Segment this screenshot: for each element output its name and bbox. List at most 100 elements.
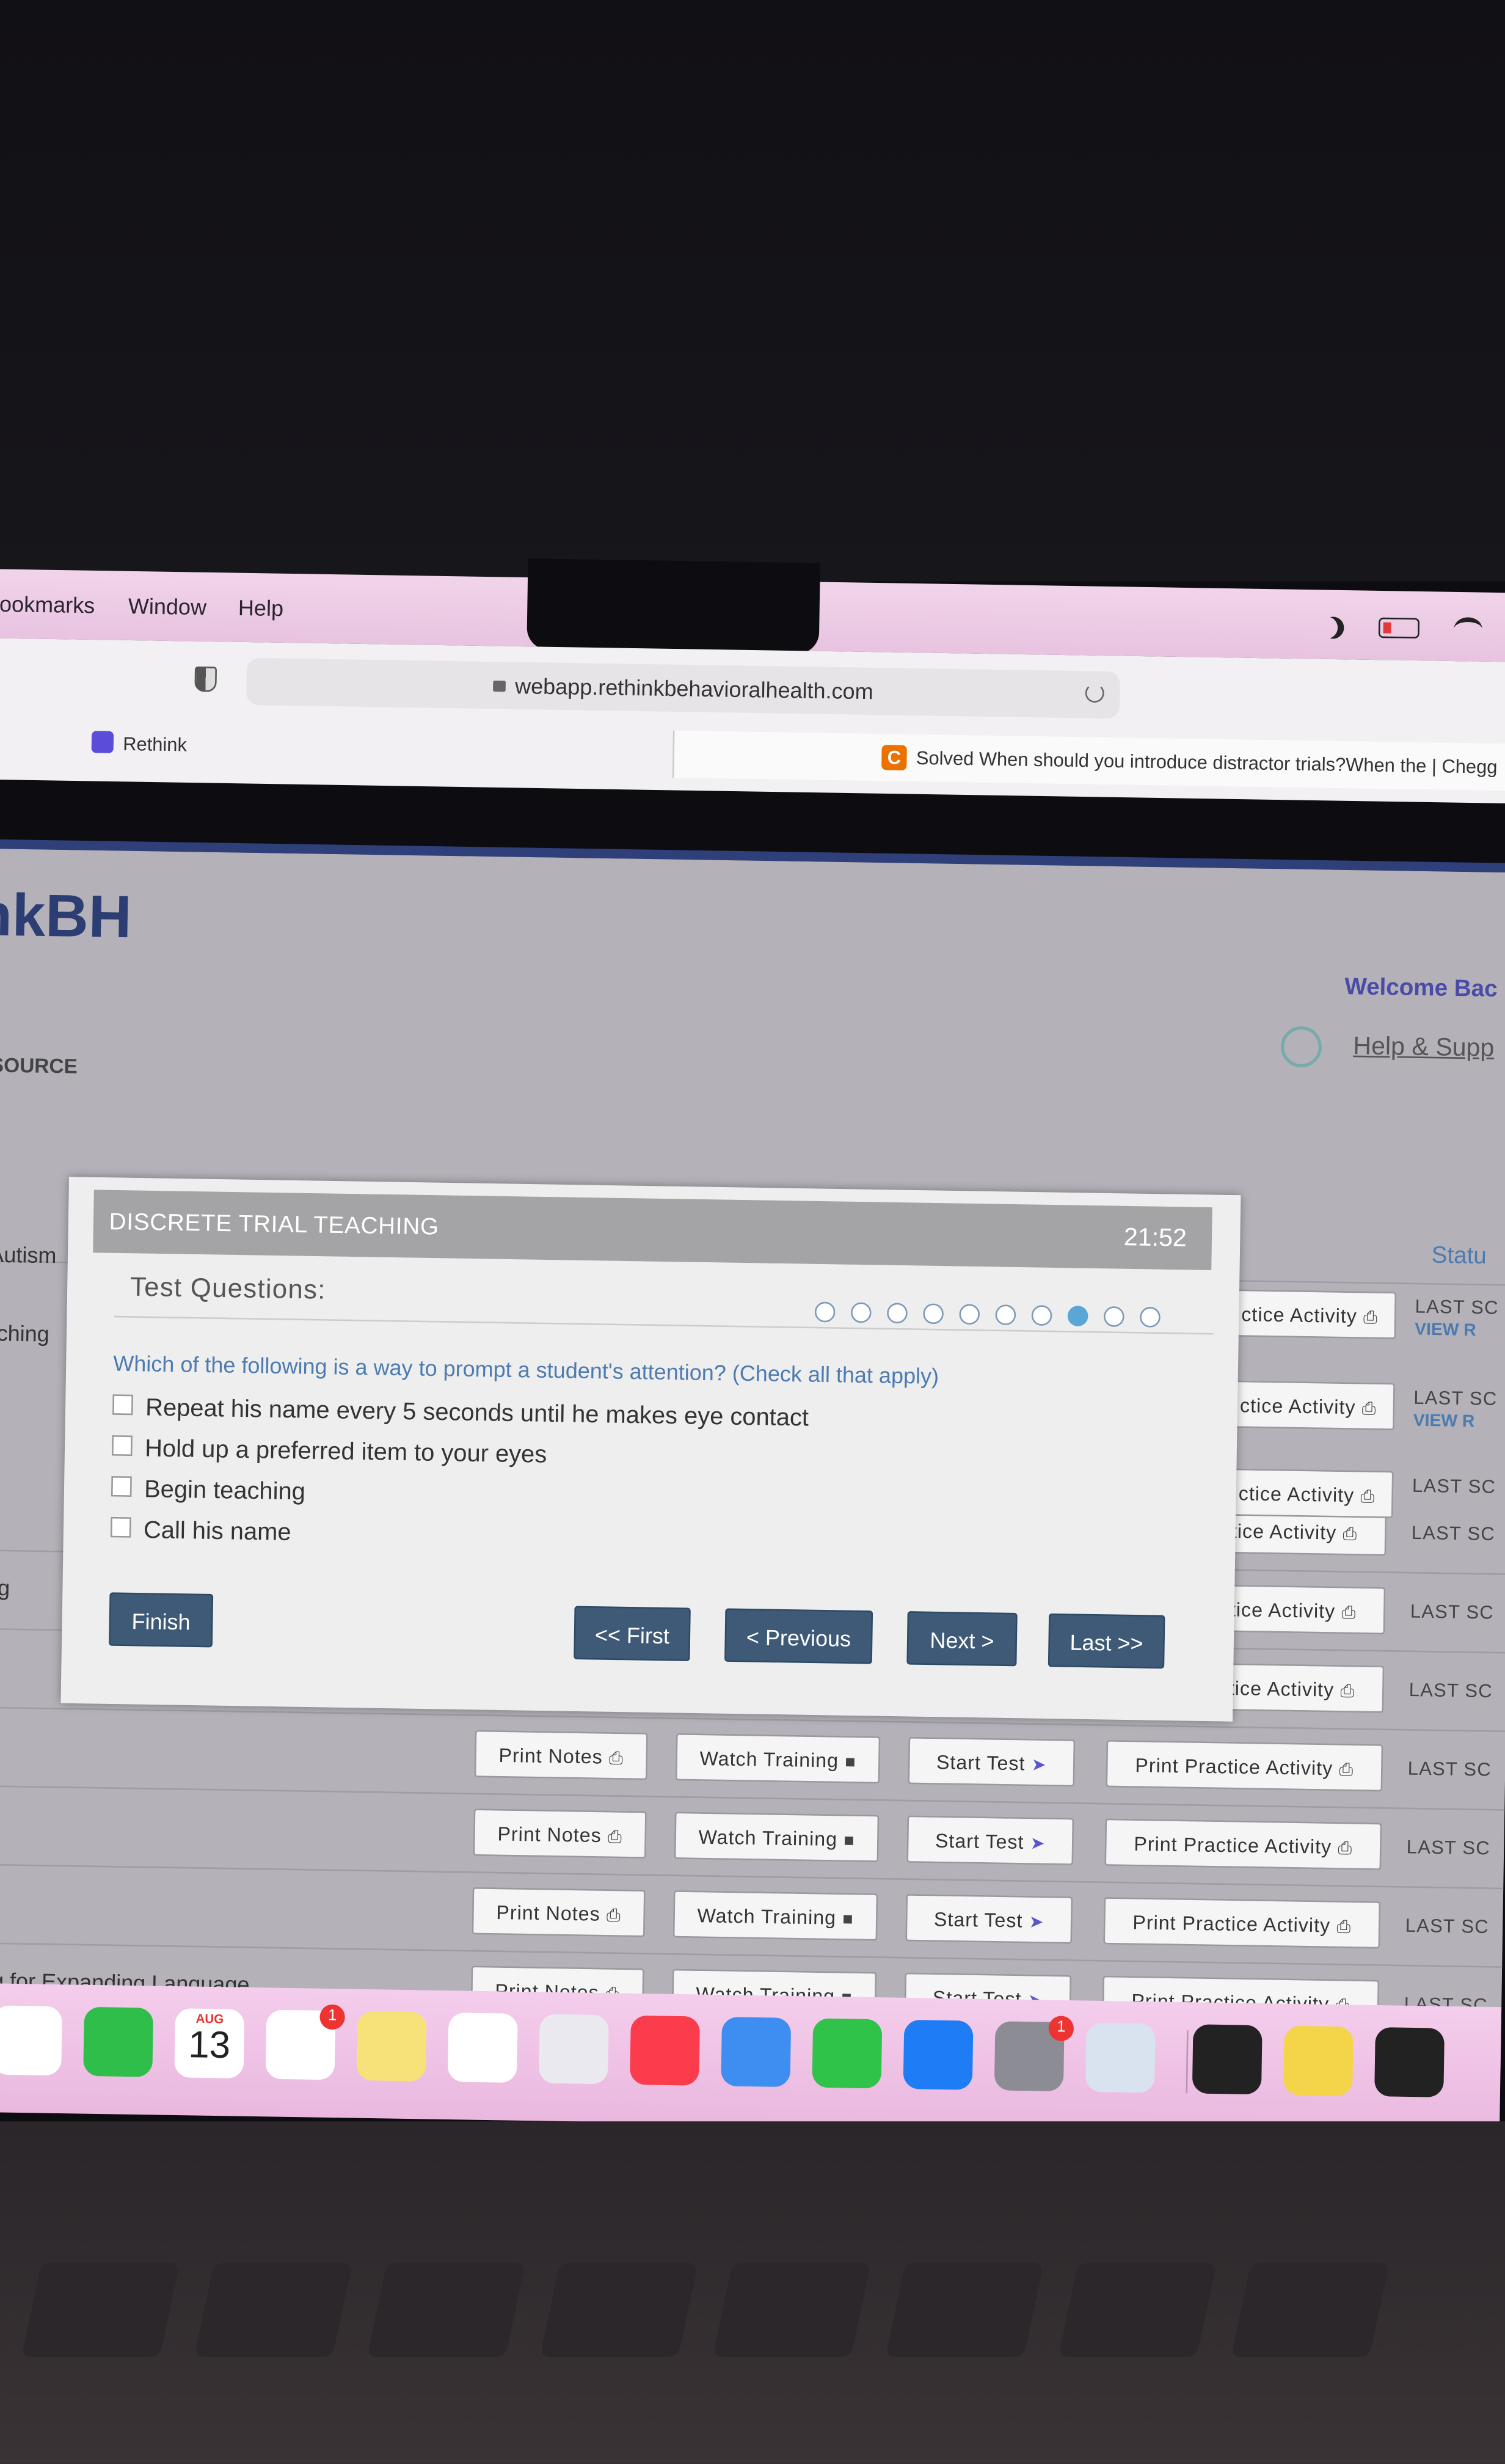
view-results-link[interactable]: VIEW R	[1415, 1320, 1476, 1340]
url-text: webapp.rethinkbehavioralhealth.com	[514, 673, 873, 704]
previous-button[interactable]: < Previous	[724, 1608, 873, 1664]
calendar-icon[interactable]: AUG 13	[174, 2008, 245, 2079]
answer-checkbox[interactable]	[112, 1394, 133, 1416]
watch-training-button-label: Watch Training	[697, 1904, 837, 1929]
menu-window[interactable]: Window	[128, 593, 207, 620]
reload-icon[interactable]	[1085, 683, 1104, 703]
last-score-label: LAST SC	[1406, 1835, 1491, 1860]
watch-training-button[interactable]: Watch Training ■	[675, 1733, 881, 1784]
welcome-text: Welcome Bac	[1344, 973, 1498, 1003]
music-icon[interactable]	[630, 2015, 701, 2086]
last-score-label: LAST SC	[1410, 1600, 1495, 1624]
keynote-icon[interactable]	[721, 2017, 792, 2088]
answer-label[interactable]: Repeat his name every 5 seconds until he…	[145, 1395, 809, 1432]
test-timer: 21:52	[1123, 1224, 1187, 1253]
watch-training-button[interactable]: Watch Training ■	[674, 1811, 880, 1862]
answer-option[interactable]: Repeat his name every 5 seconds until he…	[112, 1394, 809, 1433]
question-dot-9[interactable]	[1103, 1306, 1124, 1327]
answer-label[interactable]: Hold up a preferred item to your eyes	[145, 1436, 547, 1469]
start-test-button[interactable]: Start Test ➤	[906, 1815, 1074, 1865]
privacy-shield-icon[interactable]	[194, 666, 217, 692]
printer-icon: ⎙	[607, 1828, 622, 1848]
question-dot-5[interactable]	[959, 1304, 980, 1325]
print-practice-activity-button-label: Print Practice Activity	[1134, 1833, 1332, 1859]
question-dot-8[interactable]	[1067, 1306, 1088, 1327]
send-icon: ➤	[1029, 1913, 1044, 1932]
facetime-icon[interactable]	[83, 2006, 154, 2077]
printer-icon: ⎙	[1338, 1839, 1353, 1859]
status-header: Statu	[1431, 1242, 1487, 1270]
wifi-icon[interactable]	[1454, 617, 1483, 642]
stickies-icon[interactable]	[1283, 2025, 1354, 2096]
view-results-link[interactable]: VIEW R	[1413, 1412, 1475, 1431]
photos-icon[interactable]	[0, 2005, 62, 2076]
print-practice-activity-button[interactable]: Print Practice Activity ⎙	[1104, 1818, 1382, 1870]
next-button[interactable]: Next >	[906, 1611, 1018, 1667]
answer-checkbox[interactable]	[110, 1516, 131, 1538]
printer-icon: ⎙	[1361, 1400, 1377, 1419]
answer-label[interactable]: Begin teaching	[144, 1477, 305, 1506]
answer-checkbox[interactable]	[111, 1435, 133, 1457]
focus-moon-icon[interactable]	[1322, 616, 1344, 638]
print-notes-button[interactable]: Print Notes⎙	[473, 1808, 647, 1859]
printer-icon: ⎙	[1340, 1682, 1355, 1702]
menu-bookmarks[interactable]: ookmarks	[0, 591, 95, 618]
answer-option[interactable]: Begin teaching	[111, 1475, 305, 1507]
menu-help[interactable]: Help	[238, 595, 284, 621]
module-label-teaching: eaching	[0, 1320, 50, 1347]
answer-label[interactable]: Call his name	[144, 1518, 291, 1547]
print-practice-activity-button[interactable]: ctice Activity ⎙	[1221, 1380, 1395, 1430]
printer-icon: ⎙	[606, 1906, 621, 1926]
last-score-label: LAST SC	[1411, 1521, 1496, 1545]
print-notes-button[interactable]: Print Notes⎙	[474, 1730, 648, 1780]
preview-icon[interactable]	[1085, 2022, 1156, 2093]
help-support-link[interactable]: Help & Supp	[1353, 1034, 1495, 1064]
question-dot-10[interactable]	[1140, 1306, 1161, 1328]
module-label-hing: hing	[0, 1574, 10, 1601]
garageband-icon[interactable]	[1374, 2027, 1445, 2097]
start-test-button[interactable]: Start Test ➤	[905, 1894, 1073, 1944]
first-button[interactable]: << First	[574, 1606, 691, 1661]
question-dot-6[interactable]	[995, 1304, 1016, 1326]
print-practice-activity-button[interactable]: Print Practice Activity ⎙	[1106, 1740, 1383, 1792]
question-dot-1[interactable]	[814, 1301, 836, 1323]
answer-option[interactable]: Hold up a preferred item to your eyes	[111, 1435, 547, 1470]
launchpad-icon[interactable]	[538, 2014, 609, 2085]
last-button[interactable]: Last >>	[1048, 1613, 1165, 1669]
numbers-icon[interactable]	[812, 2018, 883, 2089]
address-bar[interactable]: webapp.rethinkbehavioralhealth.com	[246, 657, 1120, 719]
tab-chegg-label: Solved When should you introduce distrac…	[916, 747, 1498, 778]
question-dot-3[interactable]	[886, 1303, 908, 1324]
question-dot-4[interactable]	[923, 1303, 944, 1325]
quicktime-icon[interactable]	[1192, 2024, 1263, 2095]
printer-icon: ⎙	[608, 1749, 624, 1769]
print-practice-activity-button-label: Print Practice Activity	[1135, 1754, 1333, 1780]
print-practice-activity-button[interactable]: ctice Activity ⎙	[1223, 1289, 1397, 1339]
start-test-button-label: Start Test	[935, 1830, 1024, 1854]
print-practice-activity-button-label: ctice Activity	[1241, 1303, 1358, 1328]
print-practice-activity-button[interactable]: Print Practice Activity ⎙	[1103, 1897, 1381, 1949]
tab-chegg[interactable]: C Solved When should you introduce distra…	[672, 730, 1505, 791]
notes-icon[interactable]	[356, 2011, 427, 2082]
laptop-screen: ookmarks Window Help webapp.rethinkbehav…	[0, 558, 1505, 2149]
modal-title: DISCRETE TRIAL TEACHING	[109, 1208, 440, 1241]
freeform-icon[interactable]	[447, 2013, 518, 2083]
help-icon[interactable]	[1280, 1026, 1322, 1068]
finish-button[interactable]: Finish	[109, 1592, 214, 1648]
battery-icon[interactable]	[1378, 617, 1420, 639]
app-store-icon[interactable]	[903, 2019, 974, 2090]
system-settings-icon[interactable]: 1	[994, 2016, 1074, 2092]
question-dot-7[interactable]	[1031, 1305, 1052, 1326]
watch-training-button[interactable]: Watch Training ■	[672, 1890, 878, 1941]
print-notes-button-label: Print Notes	[498, 1744, 603, 1769]
answer-option[interactable]: Call his name	[110, 1516, 291, 1548]
print-notes-button[interactable]: Print Notes⎙	[472, 1887, 646, 1937]
answer-checkbox[interactable]	[111, 1475, 132, 1497]
reminders-icon[interactable]: 1	[265, 2004, 346, 2080]
start-test-button[interactable]: Start Test ➤	[908, 1736, 1076, 1787]
last-score-label: LAST SC	[1405, 1914, 1490, 1938]
tab-rethink[interactable]: Rethink	[91, 731, 188, 756]
site-logo[interactable]: nkBH	[0, 883, 132, 953]
question-dot-2[interactable]	[850, 1302, 872, 1323]
print-practice-activity-button[interactable]: ctice Activity ⎙	[1220, 1468, 1394, 1518]
